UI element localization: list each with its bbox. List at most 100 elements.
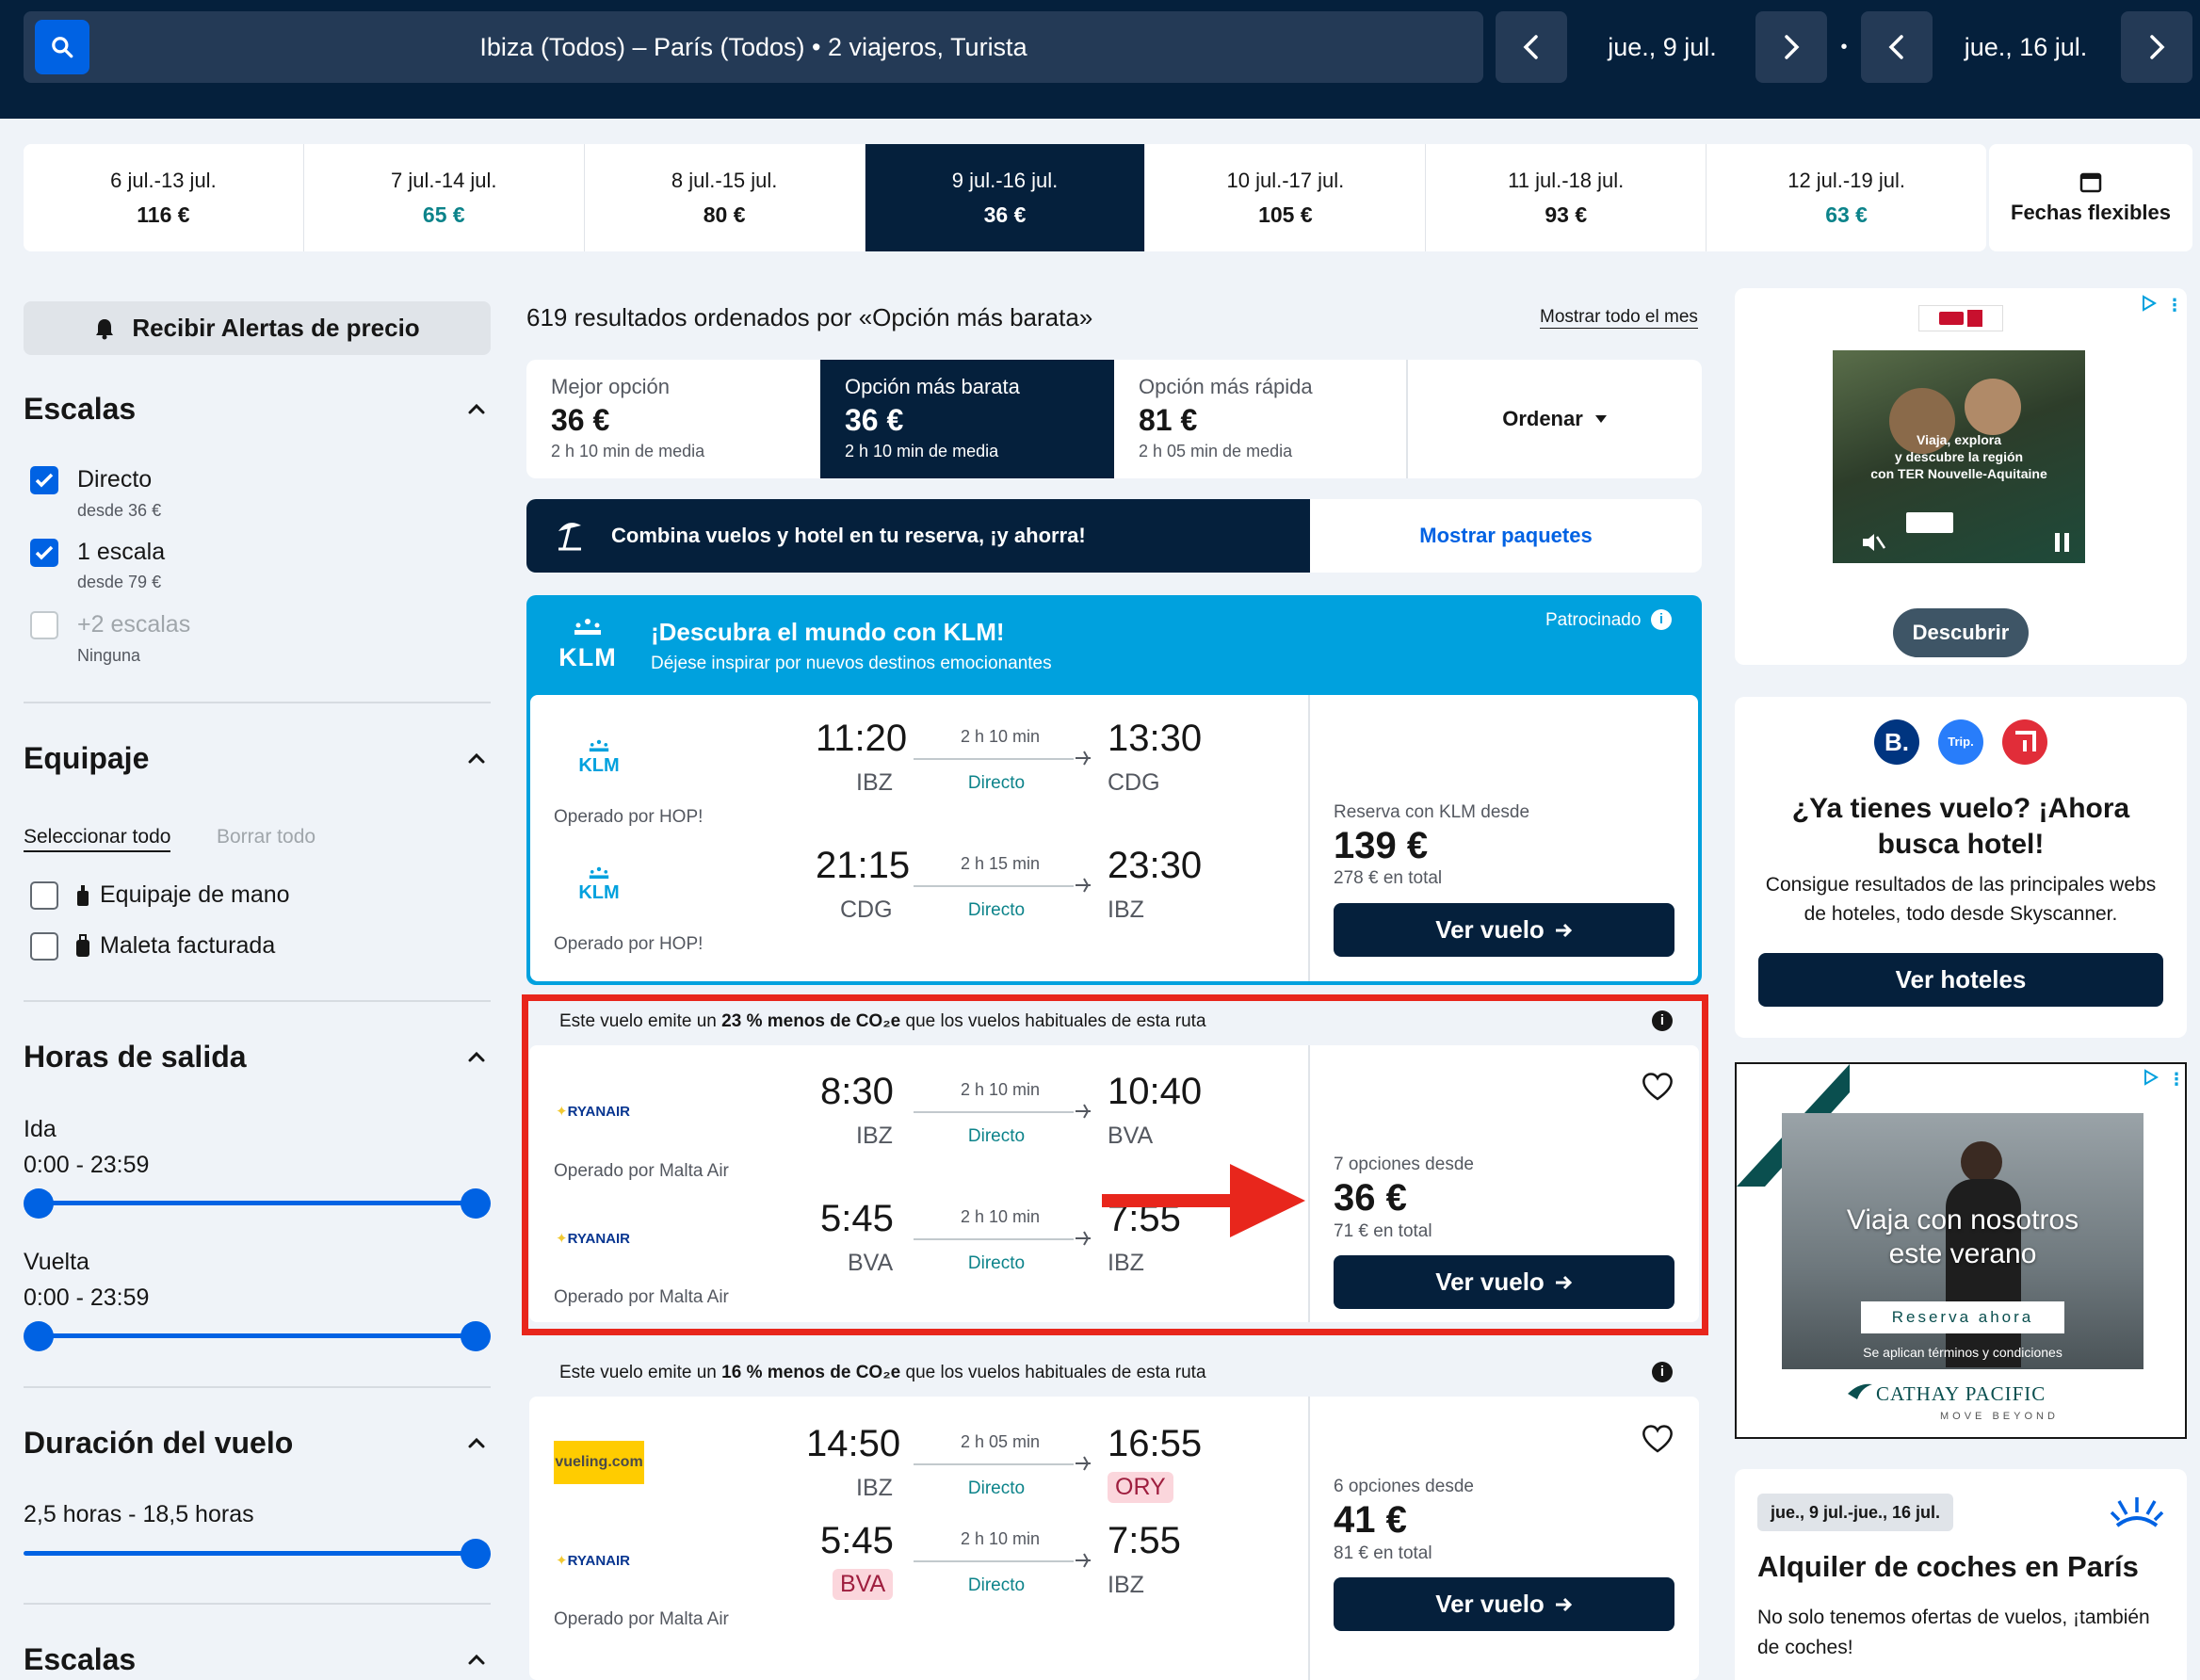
ad-choices-icon[interactable] — [2142, 1068, 2160, 1087]
duration-slider-track[interactable] — [24, 1551, 476, 1556]
mute-icon[interactable] — [1861, 531, 1885, 554]
info-icon[interactable]: i — [1651, 609, 1672, 630]
date-cell[interactable]: 12 jul.-19 jul. 63 € — [1707, 144, 1986, 251]
cathay-ad[interactable]: ⋮ Viaja con nosotros este verano Reserva… — [1735, 1062, 2187, 1439]
date-price-strip: 6 jul.-13 jul. 116 € 7 jul.-14 jul. 65 € 8… — [24, 144, 1986, 251]
plane-icon — [1076, 751, 1091, 766]
combo-banner-text: Combina vuelos y hotel en tu reserva, ¡y… — [611, 524, 1086, 547]
arrival-time: 13:30 — [1108, 718, 1203, 759]
car-rental-title: Alquiler de coches en París — [1757, 1550, 2139, 1583]
departure-airport-warning: BVA — [833, 1569, 894, 1600]
view-flight-button[interactable]: Ver vuelo — [1334, 1577, 1674, 1631]
date-cell[interactable]: 11 jul.-18 jul. 93 € — [1426, 144, 1707, 251]
ryanair-logo: ✦RYANAIR — [556, 1553, 630, 1569]
calendar-icon — [2079, 172, 2102, 193]
ter-logo — [1918, 305, 2003, 331]
bell-icon — [96, 318, 114, 339]
hotel-promo-card: B. Trip. ¿Ya tienes vuelo? ¡Ahora busca … — [1735, 697, 2187, 1038]
date-cell[interactable]: 6 jul.-13 jul. 116 € — [24, 144, 304, 251]
co2-notice: Este vuelo emite un 16 % menos de CO₂e q… — [559, 1363, 1206, 1383]
flexible-dates-button[interactable]: Fechas flexibles — [1989, 144, 2192, 251]
return-date[interactable]: jue., 16 jul. — [1936, 11, 2115, 83]
return-slider-max-handle[interactable] — [461, 1321, 491, 1351]
return-prev-button[interactable] — [1861, 11, 1933, 83]
two-stops-checkbox[interactable] — [30, 611, 58, 639]
operator-label: Operado por HOP! — [554, 807, 704, 827]
info-icon[interactable]: i — [1652, 1362, 1673, 1382]
duration-range: 2,5 horas - 18,5 horas — [24, 1501, 254, 1527]
ad-choices-icon[interactable] — [2140, 294, 2159, 313]
chevron-up-icon[interactable] — [466, 398, 487, 419]
chevron-up-icon[interactable] — [466, 1046, 487, 1067]
date-cell[interactable]: 7 jul.-14 jul. 65 € — [304, 144, 585, 251]
chevron-up-icon[interactable] — [466, 1432, 487, 1453]
date-range: 12 jul.-19 jul. — [1788, 168, 1905, 192]
flight-duration: 2 h 10 min — [960, 1529, 1041, 1548]
price-total: 81 € en total — [1334, 1543, 1432, 1563]
chevron-up-icon[interactable] — [466, 748, 487, 768]
book-now-button[interactable]: Reserva ahora — [1861, 1301, 2064, 1333]
show-packages-link[interactable]: Mostrar paquetes — [1310, 499, 1702, 573]
heart-icon[interactable] — [1641, 1424, 1674, 1454]
date-range: 9 jul.-16 jul. — [951, 168, 1059, 192]
depart-date[interactable]: jue., 9 jul. — [1573, 11, 1752, 83]
flight-type: Directo — [967, 900, 1026, 920]
view-flight-button[interactable]: Ver vuelo — [1334, 903, 1674, 957]
discover-button[interactable]: Descubrir — [1893, 608, 2029, 657]
car-rental-card[interactable]: jue., 9 jul.-jue., 16 jul. Alquiler de c… — [1735, 1469, 2187, 1680]
flexible-dates-label: Fechas flexibles — [2011, 201, 2171, 224]
price-separator — [1308, 1397, 1310, 1680]
two-stops-label: +2 escalas — [77, 611, 191, 638]
outbound-slider-min-handle[interactable] — [24, 1188, 54, 1219]
chevron-right-icon — [2150, 35, 2165, 59]
return-next-button[interactable] — [2121, 11, 2192, 83]
sort-best[interactable]: Mejor opción 36 € 2 h 10 min de media — [526, 360, 820, 478]
combo-banner: Combina vuelos y hotel en tu reserva, ¡y… — [526, 499, 1702, 573]
show-month-link[interactable]: Mostrar todo el mes — [1540, 307, 1698, 329]
search-summary-text: Ibiza (Todos) – París (Todos) • 2 viajer… — [479, 33, 1027, 61]
date-cell[interactable]: 10 jul.-17 jul. 105 € — [1145, 144, 1427, 251]
sncf-logo — [1939, 312, 1964, 325]
sort-fastest[interactable]: Opción más rápida 81 € 2 h 05 min de med… — [1114, 360, 1408, 478]
return-range: 0:00 - 23:59 — [24, 1284, 150, 1311]
sort-dropdown[interactable]: Ordenar — [1408, 360, 1702, 478]
arrow-right-icon — [1555, 1597, 1572, 1611]
one-stop-checkbox[interactable] — [30, 539, 58, 567]
price-alert-button[interactable]: Recibir Alertas de precio — [24, 301, 491, 355]
hotels-logo — [2002, 719, 2047, 765]
pause-icon[interactable] — [2053, 531, 2072, 554]
arrival-airport: IBZ — [1108, 897, 1144, 923]
flight-line — [914, 885, 1074, 887]
return-slider-min-handle[interactable] — [24, 1321, 54, 1351]
ter-ad[interactable]: ⋮ Viaja, explora y descubre la región co… — [1735, 288, 2187, 665]
ad-menu-icon[interactable]: ⋮ — [2168, 1070, 2185, 1090]
co2-text: Este vuelo emite un — [559, 1363, 722, 1382]
sort-cheapest[interactable]: Opción más barata 36 € 2 h 10 min de med… — [820, 360, 1114, 478]
flight-duration: 2 h 10 min — [960, 727, 1041, 746]
view-hotels-button[interactable]: Ver hoteles — [1758, 953, 2163, 1007]
chevron-left-icon — [1523, 35, 1538, 59]
outbound-slider-max-handle[interactable] — [461, 1188, 491, 1219]
depart-next-button[interactable] — [1755, 11, 1827, 83]
direct-checkbox[interactable] — [30, 466, 58, 494]
duration-slider-handle[interactable] — [461, 1539, 491, 1569]
date-price: 80 € — [703, 202, 746, 227]
select-all-link[interactable]: Seleccionar todo — [24, 826, 171, 852]
date-range: 8 jul.-15 jul. — [671, 168, 778, 192]
date-cell[interactable]: 8 jul.-15 jul. 80 € — [585, 144, 865, 251]
klm-ad-title: ¡Descubra el mundo con KLM! — [651, 618, 1005, 646]
ad-menu-icon[interactable]: ⋮ — [2166, 296, 2183, 315]
depart-prev-button[interactable] — [1496, 11, 1567, 83]
outbound-slider-track[interactable] — [38, 1201, 476, 1205]
carry-on-bag-icon — [77, 885, 89, 906]
red-arrow-icon — [1102, 1164, 1305, 1237]
clear-all-link[interactable]: Borrar todo — [217, 826, 315, 848]
date-range: 6 jul.-13 jul. — [110, 168, 217, 192]
carry-on-checkbox[interactable] — [30, 881, 58, 910]
divider — [24, 702, 491, 703]
checked-bag-checkbox[interactable] — [30, 932, 58, 961]
search-summary-box[interactable]: Ibiza (Todos) – París (Todos) • 2 viajer… — [24, 11, 1483, 83]
date-cell-selected[interactable]: 9 jul.-16 jul. 36 € — [865, 144, 1146, 251]
chevron-up-icon[interactable] — [466, 1649, 487, 1670]
return-slider-track[interactable] — [38, 1333, 476, 1338]
